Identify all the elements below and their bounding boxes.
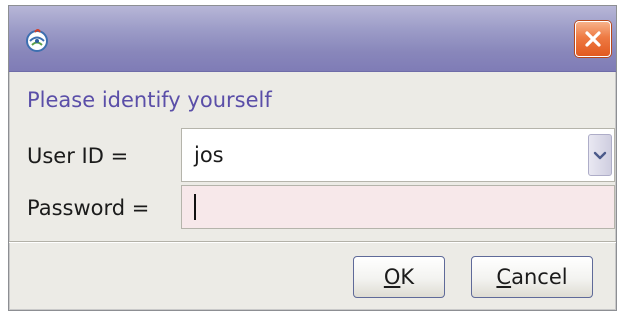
userid-label: User ID = xyxy=(27,144,129,168)
password-label: Password = xyxy=(27,196,150,220)
cancel-button[interactable]: Cancel xyxy=(471,256,593,298)
userid-value[interactable]: jos xyxy=(194,143,224,167)
ok-button[interactable]: OK xyxy=(353,256,445,298)
ok-label-rest: K xyxy=(400,265,415,289)
cancel-label-rest: ancel xyxy=(511,265,568,289)
close-icon xyxy=(583,29,603,49)
password-field[interactable] xyxy=(181,185,615,229)
close-button[interactable] xyxy=(575,21,611,57)
chevron-down-icon xyxy=(593,146,607,165)
ok-mnemonic: O xyxy=(383,265,401,289)
login-dialog: Please identify yourself User ID = jos P… xyxy=(8,5,617,311)
identify-prompt: Please identify yourself xyxy=(27,88,272,112)
text-caret xyxy=(194,194,196,220)
title-bar[interactable] xyxy=(9,6,616,72)
divider xyxy=(9,241,616,243)
dropdown-arrow-button[interactable] xyxy=(588,134,612,176)
cancel-mnemonic: C xyxy=(496,265,512,289)
userid-combobox[interactable]: jos xyxy=(181,128,615,182)
java-app-icon xyxy=(23,26,51,54)
